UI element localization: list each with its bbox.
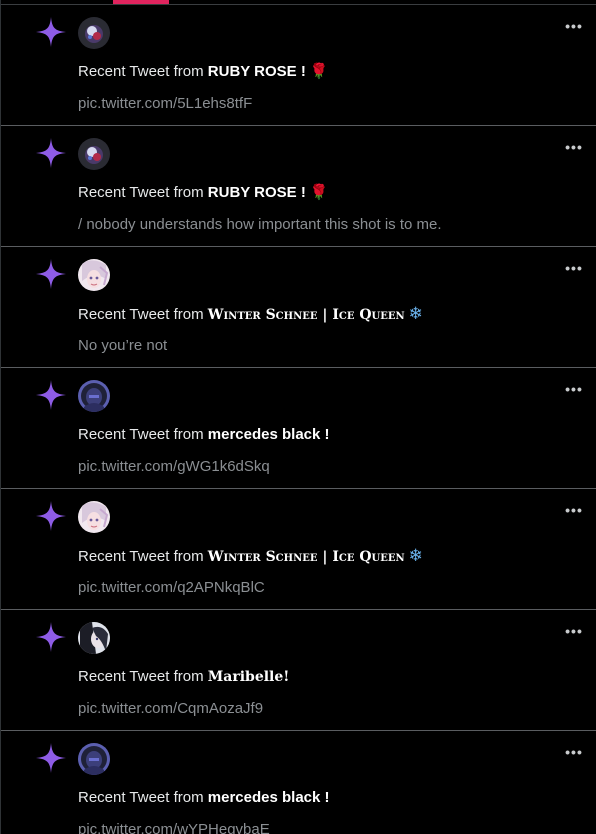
more-options-icon[interactable]: ••• bbox=[565, 382, 583, 396]
tweet-text[interactable]: pic.twitter.com/gWG1k6dSkq bbox=[78, 457, 270, 477]
headline-prefix: Recent Tweet from bbox=[78, 306, 208, 323]
sparkle-star-icon bbox=[36, 259, 66, 289]
headline-prefix: Recent Tweet from bbox=[78, 789, 208, 806]
tweet-text[interactable]: pic.twitter.com/q2APNkqBlC bbox=[78, 578, 265, 598]
more-options-icon[interactable]: ••• bbox=[565, 503, 583, 517]
more-options-icon[interactable]: ••• bbox=[565, 745, 583, 759]
tweet-text[interactable]: pic.twitter.com/CqmAozaJf9 bbox=[78, 699, 263, 719]
notification-list: ••• Recent Tweet from RUBY ROSE ! 🌹 pic.t… bbox=[1, 5, 596, 834]
notification-headline: Recent Tweet from RUBY ROSE ! 🌹 bbox=[78, 183, 329, 203]
avatar-winter-schnee[interactable] bbox=[78, 259, 110, 291]
headline-prefix: Recent Tweet from bbox=[78, 548, 208, 565]
tweet-text[interactable]: / nobody understands how important this … bbox=[78, 215, 442, 235]
author-name[interactable]: Winter Schnee | Ice Queen bbox=[208, 307, 405, 323]
sparkle-star-icon bbox=[36, 138, 66, 168]
sparkle-star-icon bbox=[36, 380, 66, 410]
author-name[interactable]: Maribelle! bbox=[208, 669, 290, 685]
notification-item[interactable]: ••• Recent Tweet from mercedes black ! p… bbox=[1, 368, 596, 489]
snowflake-icon: ❄ bbox=[408, 546, 423, 565]
more-options-icon[interactable]: ••• bbox=[565, 261, 583, 275]
notification-headline: Recent Tweet from RUBY ROSE ! 🌹 bbox=[78, 62, 329, 82]
sparkle-star-icon bbox=[36, 622, 66, 652]
avatar-ruby-rose[interactable] bbox=[78, 138, 110, 170]
more-options-icon[interactable]: ••• bbox=[565, 624, 583, 638]
headline-prefix: Recent Tweet from bbox=[78, 184, 208, 201]
avatar-ruby-rose[interactable] bbox=[78, 17, 110, 49]
notifications-feed: ••• Recent Tweet from RUBY ROSE ! 🌹 pic.t… bbox=[0, 0, 596, 834]
notification-headline: Recent Tweet from mercedes black ! bbox=[78, 425, 330, 445]
avatar-mercedes-black[interactable] bbox=[78, 743, 110, 775]
notification-item[interactable]: ••• Recent Tweet from RUBY ROSE ! 🌹 / nob… bbox=[1, 126, 596, 247]
notification-item[interactable]: ••• Recent Tweet from mercedes black ! p… bbox=[1, 731, 596, 834]
tweet-text[interactable]: pic.twitter.com/5L1ehs8tfF bbox=[78, 94, 252, 114]
notification-headline: Recent Tweet from Winter Schnee | Ice Qu… bbox=[78, 546, 423, 567]
notification-headline: Recent Tweet from Winter Schnee | Ice Qu… bbox=[78, 304, 423, 325]
notification-headline: Recent Tweet from Maribelle! bbox=[78, 667, 289, 687]
author-name[interactable]: mercedes black ! bbox=[208, 789, 330, 806]
more-options-icon[interactable]: ••• bbox=[565, 140, 583, 154]
rose-icon: 🌹 bbox=[309, 184, 329, 201]
more-options-icon[interactable]: ••• bbox=[565, 19, 583, 33]
tweet-text[interactable]: No you’re not bbox=[78, 336, 167, 356]
notification-item[interactable]: ••• Recent Tweet from Winter Schnee | Ic… bbox=[1, 247, 596, 368]
notification-headline: Recent Tweet from mercedes black ! bbox=[78, 788, 330, 808]
author-name[interactable]: RUBY ROSE ! bbox=[208, 63, 306, 80]
sparkle-star-icon bbox=[36, 17, 66, 47]
author-name[interactable]: mercedes black ! bbox=[208, 426, 330, 443]
tweet-text[interactable]: pic.twitter.com/wYPHegvbaE bbox=[78, 820, 270, 834]
avatar-mercedes-black[interactable] bbox=[78, 380, 110, 412]
headline-prefix: Recent Tweet from bbox=[78, 668, 208, 685]
notification-item[interactable]: ••• Recent Tweet from RUBY ROSE ! 🌹 pic.t… bbox=[1, 5, 596, 126]
author-name[interactable]: Winter Schnee | Ice Queen bbox=[208, 549, 405, 565]
avatar-winter-schnee[interactable] bbox=[78, 501, 110, 533]
notification-item[interactable]: ••• Recent Tweet from Winter Schnee | Ic… bbox=[1, 489, 596, 610]
sparkle-star-icon bbox=[36, 743, 66, 773]
notification-item[interactable]: ••• Recent Tweet from Maribelle! pic.twi… bbox=[1, 610, 596, 731]
avatar-maribelle[interactable] bbox=[78, 622, 110, 654]
snowflake-icon: ❄ bbox=[408, 304, 423, 323]
rose-icon: 🌹 bbox=[309, 63, 329, 80]
headline-prefix: Recent Tweet from bbox=[78, 63, 208, 80]
headline-prefix: Recent Tweet from bbox=[78, 426, 208, 443]
author-name[interactable]: RUBY ROSE ! bbox=[208, 184, 306, 201]
sparkle-star-icon bbox=[36, 501, 66, 531]
